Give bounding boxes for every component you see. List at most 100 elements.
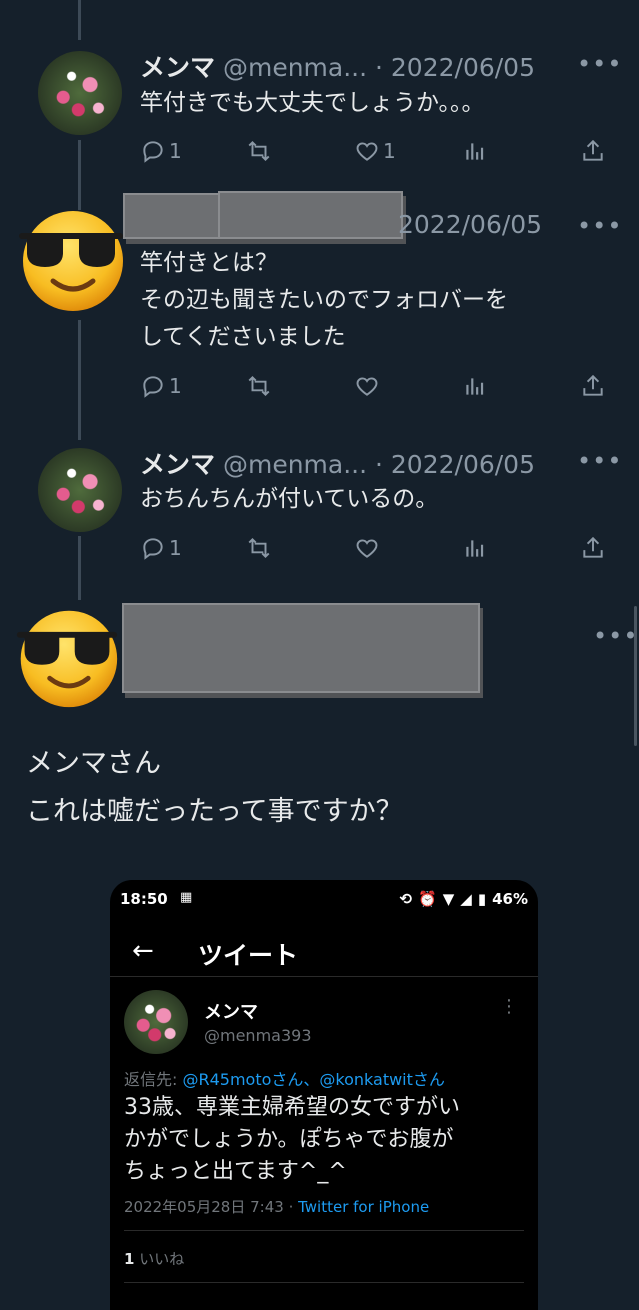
wifi-icon: ▼ <box>442 890 455 908</box>
tweet-header: メンマ @menma... · 2022/06/05 <box>140 445 535 481</box>
tweet-text: おちんちんが付いているの。 <box>140 481 438 518</box>
analytics-icon <box>466 143 484 160</box>
tweet-line: してくださいました <box>140 324 346 350</box>
body-line: 33歳、専業主婦希望の女ですがい <box>124 1095 460 1120</box>
tweet-header: メンマ @menma... · 2022/06/05 <box>140 48 535 84</box>
tweet-actions: 1 1 <box>140 138 610 168</box>
divider <box>124 1230 524 1231</box>
main-tweet-text: メンマさん これは嘘だったって事ですか？ <box>26 740 403 836</box>
likes-label: いいね <box>139 1250 185 1268</box>
heart-icon <box>356 539 378 558</box>
reply-icon <box>143 538 163 560</box>
tweet-date[interactable]: 2022/06/05 <box>398 210 542 239</box>
share-icon <box>583 536 603 558</box>
client-source: Twitter for iPhone <box>298 1198 430 1216</box>
retweet-icon <box>248 375 270 397</box>
signal-icon: ◢ <box>460 890 472 908</box>
scrollbar[interactable] <box>634 606 637 746</box>
display-name[interactable]: メンマ <box>140 53 215 82</box>
likes-summary: 1 いいね <box>124 1248 184 1269</box>
reply-count: 1 <box>169 536 182 560</box>
more-icon[interactable]: ••• <box>577 50 622 78</box>
tweet-text: 竿付きとは？ その辺も聞きたいのでフォロバーを してくださいました <box>140 245 508 356</box>
retweet-button[interactable] <box>246 535 272 561</box>
like-button[interactable] <box>354 535 380 561</box>
tweet-line: 竿付きとは？ <box>140 250 278 276</box>
tweet-line: 竿付きでも大丈夫でしょうか。。。 <box>140 90 485 116</box>
rotate-icon: ⟲ <box>399 890 413 908</box>
screenshot-header: ← ツイート <box>110 928 538 976</box>
display-name[interactable]: メンマ <box>140 450 215 479</box>
heart-icon <box>356 377 378 396</box>
status-icons: ⟲ ⏰ ▼ ◢ ▮ 46% <box>399 890 528 908</box>
reply-prefix: 返信先: <box>124 1070 183 1089</box>
reply-button[interactable]: 1 <box>140 535 182 561</box>
retweet-button[interactable] <box>246 373 272 399</box>
tweet-actions: 1 <box>140 535 610 565</box>
reply-to-links: @R45motoさん、@konkatwitさん <box>182 1070 445 1089</box>
reply-icon <box>143 376 163 398</box>
tweet-line: これは嘘だったって事ですか？ <box>26 796 403 827</box>
reply-button[interactable]: 1 <box>140 373 182 399</box>
analytics-icon <box>466 378 484 395</box>
reply-count: 1 <box>169 139 182 163</box>
tweet-line: おちんちんが付いているの。 <box>140 486 439 512</box>
avatar[interactable] <box>38 51 122 135</box>
kebab-menu-icon: ⋮ <box>500 996 518 1017</box>
share-icon <box>583 139 603 161</box>
likes-count: 1 <box>124 1250 135 1268</box>
tweet-header: 2022/06/05 <box>398 210 542 239</box>
avatar <box>124 990 188 1054</box>
reply-button[interactable]: 1 <box>140 138 182 164</box>
attached-image[interactable]: 18:50 ▦ ⟲ ⏰ ▼ ◢ ▮ 46% ← ツイート メンマ @menma3… <box>110 880 538 1310</box>
retweet-icon <box>248 537 270 559</box>
retweet-button[interactable] <box>246 138 275 164</box>
analytics-icon <box>466 540 484 557</box>
avatar[interactable] <box>38 448 122 532</box>
timestamp: 2022年05月28日 7:43 · <box>124 1198 299 1216</box>
more-icon[interactable]: ••• <box>577 447 622 475</box>
battery-icon: ▮ <box>477 890 487 908</box>
reply-icon <box>143 141 163 163</box>
sunglasses-emoji[interactable] <box>13 603 121 711</box>
like-count: 1 <box>383 139 396 163</box>
analytics-button[interactable] <box>462 535 488 561</box>
notification-icon: ▦ <box>180 890 193 905</box>
handle-date[interactable]: @menma... · 2022/06/05 <box>223 53 535 82</box>
divider <box>110 976 538 977</box>
handle-date[interactable]: @menma... · 2022/06/05 <box>223 450 535 479</box>
thread-line <box>78 140 81 210</box>
redacted-author <box>122 603 480 693</box>
battery-level: 46% <box>492 890 528 908</box>
screenshot-timestamp: 2022年05月28日 7:43 · Twitter for iPhone <box>124 1196 429 1217</box>
like-button[interactable] <box>354 373 380 399</box>
tweet-line: メンマさん <box>26 748 161 779</box>
screenshot-title: ツイート <box>198 941 299 970</box>
thread-line <box>78 0 81 40</box>
analytics-button[interactable] <box>462 373 488 399</box>
share-button[interactable] <box>580 138 606 164</box>
like-button[interactable]: 1 <box>354 138 396 164</box>
alarm-icon: ⏰ <box>418 890 437 908</box>
more-icon[interactable]: ••• <box>593 622 638 650</box>
share-button[interactable] <box>580 373 606 399</box>
status-time: 18:50 <box>120 890 168 908</box>
analytics-button[interactable] <box>462 138 488 164</box>
tweet-actions: 1 <box>140 373 610 403</box>
screenshot-display-name: メンマ <box>204 1002 258 1023</box>
back-arrow-icon: ← <box>132 936 154 966</box>
divider <box>124 1282 524 1283</box>
screenshot-handle: @menma393 <box>204 1026 312 1045</box>
heart-icon <box>356 142 378 161</box>
thread-line <box>78 536 81 600</box>
status-bar: 18:50 ▦ ⟲ ⏰ ▼ ◢ ▮ 46% <box>120 890 528 914</box>
more-icon[interactable]: ••• <box>577 212 622 240</box>
share-button[interactable] <box>580 535 606 561</box>
redacted-handle <box>218 191 403 239</box>
reply-context: 返信先: @R45motoさん、@konkatwitさん <box>124 1066 445 1090</box>
tweet-text: 竿付きでも大丈夫でしょうか。。。 <box>140 85 485 122</box>
thread-line <box>78 320 81 440</box>
share-icon <box>583 374 603 396</box>
sunglasses-emoji[interactable] <box>15 203 127 315</box>
retweet-icon <box>248 140 270 162</box>
